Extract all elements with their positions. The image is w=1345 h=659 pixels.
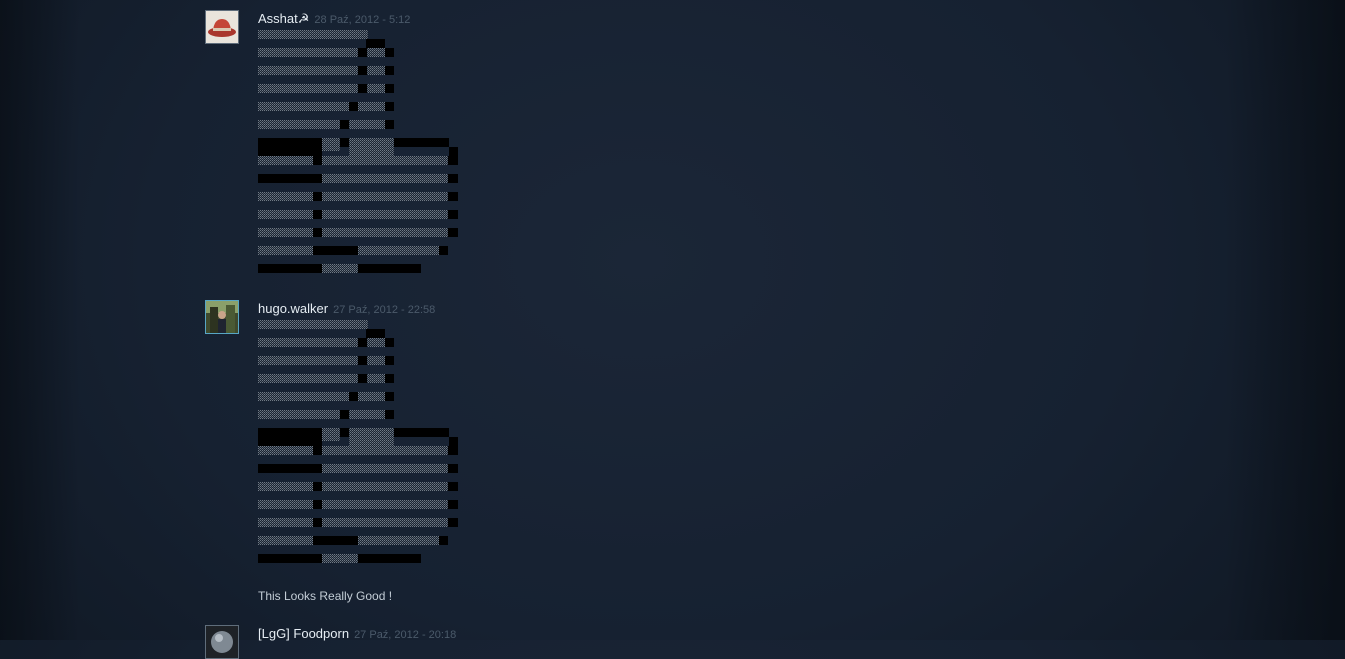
comment-author-link[interactable]: hugo.walker <box>258 301 328 316</box>
red-hat-avatar-icon <box>206 11 238 43</box>
comment-header: [LgG] Foodporn 27 Paź, 2012 - 20:18 <box>258 625 456 642</box>
comment-author-link[interactable]: [LgG] Foodporn <box>258 626 349 641</box>
comment-header: Asshat☭ 28 Paź, 2012 - 5:12 <box>258 10 410 27</box>
right-vignette <box>1225 0 1345 640</box>
left-vignette <box>0 0 80 640</box>
comment-author-link[interactable]: Asshat☭ <box>258 11 309 26</box>
comment-avatar[interactable] <box>205 10 239 44</box>
thumbs-up-ascii-art <box>258 30 458 273</box>
comment-avatar[interactable] <box>205 300 239 334</box>
comment-timestamp: 27 Paź, 2012 - 22:58 <box>333 304 436 316</box>
thumbs-up-ascii-art <box>258 320 458 563</box>
comment-text: This Looks Really Good ! <box>258 589 393 603</box>
globe-avatar-icon <box>206 626 238 658</box>
photo-avatar-icon <box>206 301 238 333</box>
comment-header: hugo.walker 27 Paź, 2012 - 22:58 <box>258 300 435 317</box>
comment-timestamp: 27 Paź, 2012 - 20:18 <box>354 629 457 641</box>
comment-timestamp: 28 Paź, 2012 - 5:12 <box>314 14 411 26</box>
comment-avatar[interactable] <box>205 625 239 659</box>
